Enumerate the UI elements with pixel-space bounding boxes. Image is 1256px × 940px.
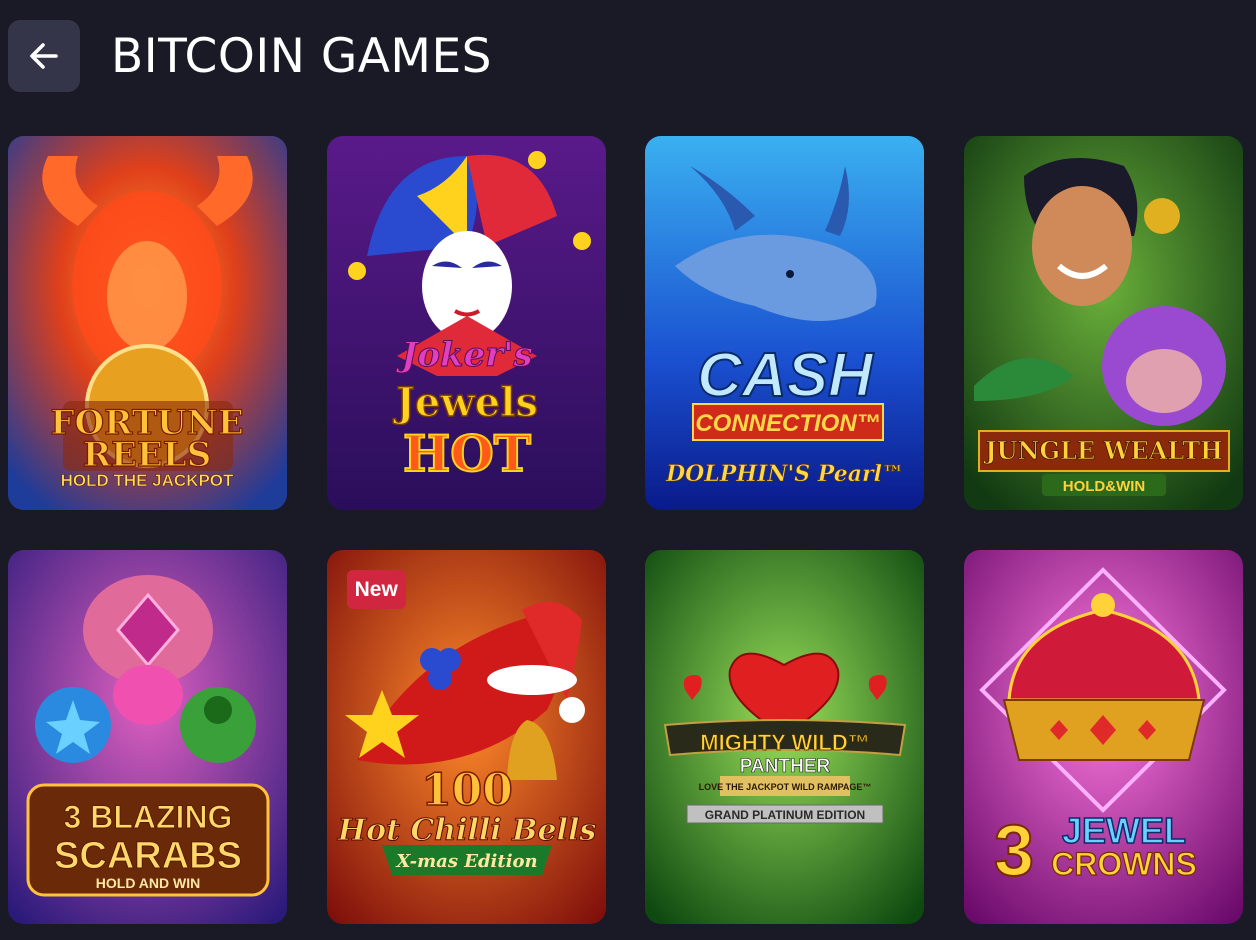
page-title: BITCOIN GAMES xyxy=(111,28,492,84)
arrow-left-icon xyxy=(30,43,58,69)
game-tagline: X-mas Edition xyxy=(395,851,537,872)
logo-line-2: PANTHER xyxy=(740,756,831,777)
logo-line-1: 3 xyxy=(994,811,1034,891)
game-tagline: DOLPHIN'S Pearl™ xyxy=(665,461,904,487)
game-tagline: HOLD THE JACKPOT xyxy=(61,471,234,490)
jokers-jewels-artwork: Joker's Jewels HOT xyxy=(326,136,606,510)
game-card-jungle-wealth[interactable]: JUNGLE WEALTH HOLD&WIN xyxy=(963,136,1243,510)
logo-line-1: Joker's xyxy=(395,335,532,375)
logo-line-2: JEWEL xyxy=(1062,810,1186,851)
game-card-mighty-wild-panther[interactable]: MIGHTY WILD™ PANTHER LOVE THE JACKPOT WI… xyxy=(645,550,925,924)
logo-line-2: SCARABS xyxy=(54,835,242,877)
game-card-cash-connection[interactable]: CASH CONNECTION™ DOLPHIN'S Pearl™ xyxy=(645,136,925,510)
game-card-3-jewel-crowns[interactable]: 3 JEWEL CROWNS xyxy=(963,550,1243,924)
logo-line-1: 100 xyxy=(421,765,513,816)
game-grid: FORTUNE REELS HOLD THE JACKPOT Joker's J… xyxy=(8,136,1243,924)
blazing-scarabs-artwork: 3 BLAZING SCARABS HOLD AND WIN xyxy=(8,550,287,924)
game-subtitle: LOVE THE JACKPOT WILD RAMPAGE™ xyxy=(699,782,872,792)
game-tagline: GRAND PLATINUM EDITION xyxy=(705,808,865,822)
logo-line-1: 3 BLAZING xyxy=(64,799,233,835)
logo-line-2: CONNECTION™ xyxy=(696,410,881,437)
game-tagline: HOLD&WIN xyxy=(1063,478,1146,495)
logo-line-3: CROWNS xyxy=(1051,846,1197,882)
logo-line-3: HOT xyxy=(403,424,531,483)
back-button[interactable] xyxy=(8,20,80,92)
game-card-100-hot-chilli-bells[interactable]: 100 Hot Chilli Bells X-mas Edition New xyxy=(326,550,606,924)
game-card-3-blazing-scarabs[interactable]: 3 BLAZING SCARABS HOLD AND WIN xyxy=(8,550,287,924)
game-card-fortune-reels[interactable]: FORTUNE REELS HOLD THE JACKPOT xyxy=(8,136,287,510)
mighty-wild-panther-artwork: MIGHTY WILD™ PANTHER LOVE THE JACKPOT WI… xyxy=(645,550,925,924)
jewel-crowns-artwork: 3 JEWEL CROWNS xyxy=(963,550,1243,924)
jungle-wealth-artwork: JUNGLE WEALTH HOLD&WIN xyxy=(963,136,1243,510)
logo-line-2: Hot Chilli Bells xyxy=(336,813,596,848)
page-header: BITCOIN GAMES xyxy=(8,20,492,92)
logo-line-1: MIGHTY WILD™ xyxy=(700,730,869,755)
game-tagline: HOLD AND WIN xyxy=(96,875,200,891)
fortune-reels-artwork: FORTUNE REELS HOLD THE JACKPOT xyxy=(8,136,287,510)
new-badge: New xyxy=(346,570,406,609)
cash-connection-artwork: CASH CONNECTION™ DOLPHIN'S Pearl™ xyxy=(645,136,925,510)
logo-line-2: REELS xyxy=(83,435,212,475)
logo-line-2: Jewels xyxy=(393,379,538,426)
logo-line-1: CASH xyxy=(697,341,874,410)
logo-line-1: JUNGLE WEALTH xyxy=(983,436,1223,465)
game-card-jokers-jewels-hot[interactable]: Joker's Jewels HOT xyxy=(326,136,606,510)
